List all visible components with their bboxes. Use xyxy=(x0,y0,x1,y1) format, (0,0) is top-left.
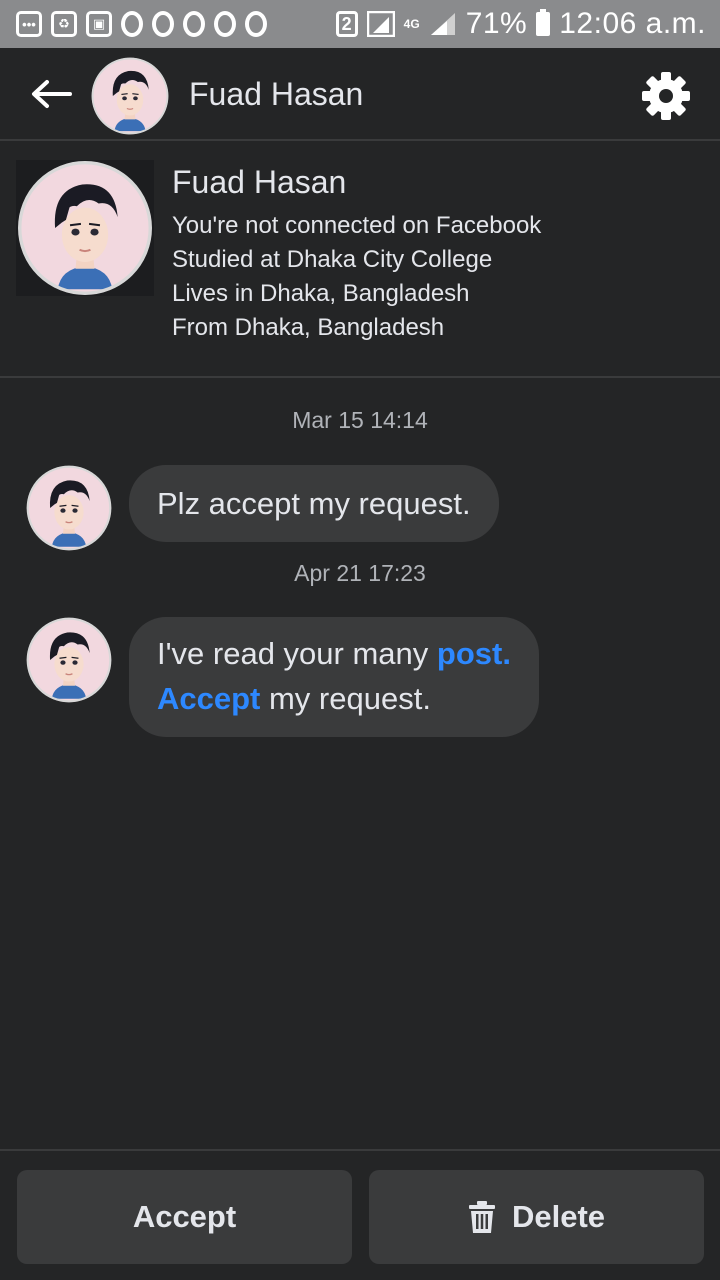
cell-signal-icon xyxy=(430,13,455,35)
profile-education: Studied at Dhaka City College xyxy=(172,246,493,273)
ring-notification-icon xyxy=(245,11,267,37)
message-timestamp: Apr 21 17:23 xyxy=(294,560,426,586)
sender-avatar[interactable] xyxy=(26,465,112,551)
ring-notification-icon xyxy=(121,11,143,37)
arrow-left-icon xyxy=(32,80,72,108)
gallery-notification-icon: ▣ xyxy=(86,11,112,37)
message-line: Accept my request. xyxy=(157,676,511,721)
back-button[interactable] xyxy=(28,74,74,114)
signal-icon xyxy=(366,11,395,37)
profile-connection-status: You're not connected on Facebook xyxy=(172,212,542,239)
message-line: I've read your many post. xyxy=(157,631,511,676)
profile-current-city: Lives in Dhaka, Bangladesh xyxy=(172,280,470,307)
message-bubble[interactable]: I've read your many post. Accept my requ… xyxy=(129,617,539,737)
message-timestamp: Mar 15 14:14 xyxy=(292,407,428,433)
message-bubble[interactable]: Plz accept my request. xyxy=(129,465,499,542)
battery-percent: 71% xyxy=(465,7,528,40)
ring-notification-icon xyxy=(183,11,205,37)
sender-avatar[interactable] xyxy=(26,617,112,703)
accept-button-label: Accept xyxy=(132,1199,237,1234)
request-actions-bar: Accept Delete xyxy=(0,1149,720,1280)
network-type: 4G xyxy=(403,16,420,31)
gear-icon xyxy=(642,72,690,120)
profile-hometown: From Dhaka, Bangladesh xyxy=(172,314,445,341)
conversation-title: Fuad Hasan xyxy=(189,76,364,112)
ring-notification-icon xyxy=(214,11,236,37)
sim-indicator: 2 xyxy=(335,11,358,37)
conversation-header: Fuad Hasan xyxy=(0,48,720,141)
header-avatar[interactable] xyxy=(91,57,169,135)
accept-link[interactable]: Accept xyxy=(157,681,260,716)
message-notification-icon: ••• xyxy=(16,11,42,37)
profile-card: Fuad Hasan You're not connected on Faceb… xyxy=(0,143,720,378)
ring-notification-icon xyxy=(152,11,174,37)
delete-button-label: Delete xyxy=(511,1199,606,1234)
profile-info: Fuad Hasan You're not connected on Faceb… xyxy=(172,163,541,345)
message-text: I've read your many xyxy=(157,636,437,671)
accept-button[interactable]: Accept xyxy=(17,1170,352,1264)
recycle-notification-icon: ♻ xyxy=(51,11,77,37)
post-link[interactable]: post. xyxy=(437,636,511,671)
settings-button[interactable] xyxy=(640,70,692,122)
profile-photo[interactable] xyxy=(16,160,154,296)
status-bar: ••• ♻ ▣ 2 4G 71% 12:06 a.m. xyxy=(0,0,720,48)
system-icons: 2 4G 71% 12:06 a.m. xyxy=(335,7,706,41)
message-text: my request. xyxy=(260,681,431,716)
battery-icon xyxy=(536,9,551,36)
trash-icon xyxy=(468,1201,495,1233)
profile-avatar-image xyxy=(16,160,154,296)
clock: 12:06 a.m. xyxy=(559,7,706,40)
profile-name: Fuad Hasan xyxy=(172,164,347,200)
message-text: Plz accept my request. xyxy=(157,486,471,521)
notification-icons: ••• ♻ ▣ xyxy=(16,11,267,37)
delete-button[interactable]: Delete xyxy=(369,1170,704,1264)
